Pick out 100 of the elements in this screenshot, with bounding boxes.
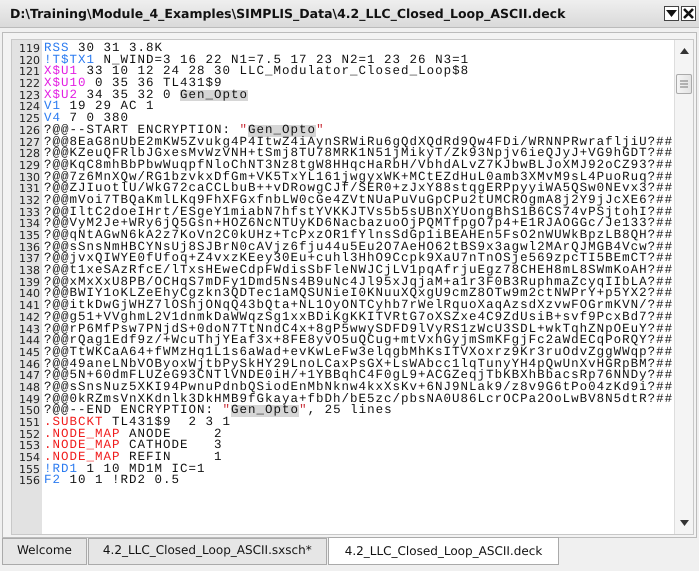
code-text: , 25 lines bbox=[308, 405, 393, 417]
code-token: V1 bbox=[44, 101, 62, 114]
highlighted-token: Gen_Opto bbox=[180, 90, 248, 102]
code-text: CATHODE 3 bbox=[128, 440, 223, 452]
code-token: .NODE_MAP bbox=[44, 452, 121, 464]
code-text: ?@@xMxXxU8PB/OCHqS7mDFy1Dmd5Ns4B9uNc4Jl95xJqjaM+a1r3F0B3RuphmaZcyqIIbLA?## bbox=[44, 276, 674, 288]
line-number: 125 bbox=[18, 113, 41, 125]
code-text: ?@@49aneLNbVOByoxWjtbPySkHY29LnoLCaxPsGX+LsWAbcc1lqTunyYH4pQwUnXvHGRpBM?## bbox=[44, 358, 674, 370]
code-text: REFIN 1 bbox=[128, 452, 223, 464]
code-text: ?@@0kRZmsVnXKdnlk3DkHMB9fGkaya+fbDh/bE5zc/pbsNA0U86LcrOCPa2OoLwBV8N5dtR?## bbox=[44, 394, 674, 406]
code-text: ?@@sSnsNuz5XKI94PwnuPdnbQSiodEnMbNknw4kxXsKv+6NJ9NLak9/z8v9G6tPo04zKd9i?## bbox=[44, 382, 674, 394]
code-text: 1 10 MD1M IC=1 bbox=[86, 464, 206, 476]
code-text: ANODE 2 bbox=[128, 428, 223, 440]
code-token: " bbox=[316, 124, 325, 136]
code-text: N_WIND=3 16 22 N1=7.5 17 23 N2=1 23 26 N3=1 bbox=[102, 54, 470, 66]
code-text: ?@@itkDwGjWHZ7lOShjONqQ43bQta+NL1OyONTCyhb7rWelRquoXaqAzsdXzvwFOGrmKVN/?## bbox=[44, 300, 674, 312]
line-number: 146 bbox=[18, 358, 41, 370]
code-text: ?@@qNtAGwN6kA2z7KoVn2C0kUHz+TcPxzOR1fYlnsSdGp1iBEAHEn5FsO2nWUWkBpzLB8QH?## bbox=[44, 230, 674, 242]
line-number: 154 bbox=[18, 452, 41, 464]
line-number: 129 bbox=[18, 160, 41, 172]
line-number: 122 bbox=[18, 78, 41, 90]
code-text: ?@@ZJIuotlU/WkG72caCCLbuB++vDRowgCJf/SER0+zJxY88stqgERPpyyiWA5QSw0NEvx3?## bbox=[44, 183, 674, 195]
code-text: 30 31 3.8K bbox=[78, 43, 164, 55]
code-text: 7 0 380 bbox=[70, 113, 130, 125]
code-text: ?@@VyM2Je+WRy6jQ5Gsn+HOZ6NcNTUyKD6NacbazuoOjPQMTfpgO7p4+E1RJAOGGc/Je133?## bbox=[44, 218, 674, 230]
line-number: 155 bbox=[18, 464, 41, 476]
dropdown-button[interactable] bbox=[664, 6, 679, 21]
code-text: 33 10 12 24 28 30 LLC_Modulator_Closed_Loop$8 bbox=[86, 66, 470, 78]
line-number: 127 bbox=[18, 136, 41, 148]
line-number: 128 bbox=[18, 148, 41, 160]
line-number: 148 bbox=[18, 382, 41, 394]
tab[interactable]: 4.2_LLC_Closed_Loop_ASCII.deck bbox=[328, 537, 560, 565]
code-text: 19 29 AC 1 bbox=[68, 101, 155, 114]
line-number: 133 bbox=[18, 206, 41, 218]
line-number: 152 bbox=[18, 428, 41, 440]
code-token: X$U1 bbox=[44, 66, 78, 78]
code-token: X$U2 bbox=[44, 90, 78, 102]
line-number: 142 bbox=[18, 312, 41, 324]
code-editor[interactable] bbox=[11, 39, 694, 535]
tab[interactable]: Welcome bbox=[2, 538, 87, 565]
code-text: ?@@t1xeSAzRfcE/lTxsHEweCdpFWdisSbFleNWJCjLV1pqAfrjuEgz78CHEH8mL8SWmKoAH?## bbox=[44, 265, 674, 277]
code-token: V4 bbox=[44, 113, 62, 125]
highlighted-token: Gen_Opto bbox=[231, 405, 300, 417]
line-number: 143 bbox=[18, 324, 41, 336]
code-text: ?@@7z6MnXQw/RG1bzvkxDfGm+VK5TxYL161jwgyxWK+MCtEZdHuL0amb3XMvM9sL4PuoRuq?## bbox=[44, 172, 674, 184]
line-number: 138 bbox=[18, 265, 41, 277]
line-number: 132 bbox=[18, 194, 41, 207]
code-token: .NODE_MAP bbox=[44, 428, 121, 440]
line-number: 139 bbox=[18, 276, 41, 288]
grip-icon bbox=[680, 80, 688, 88]
close-icon bbox=[683, 8, 694, 19]
line-number: 124 bbox=[18, 101, 41, 114]
line-number: 156 bbox=[18, 475, 41, 488]
code-text: ?@@jvxQIWYE0fUfoq+Z4vxzKEey30Eu+cuhl3HhO9Ccpk9XaU7nTnOSje569zpcTI5BEmCT?## bbox=[44, 253, 674, 266]
code-text: 34 35 32 0 bbox=[86, 90, 173, 102]
code-token: " bbox=[240, 124, 248, 136]
scroll-thumb[interactable] bbox=[676, 74, 692, 94]
code-text: ?@@sSnsNmHBCYNsUj8SJBrN0cAVjz6fju44u5Eu2O7AeHO62tBS9x3agwl2MArQJMGB4Vcw?## bbox=[44, 242, 674, 254]
code-text: ?@@KZeuQFRlbJGxesMvWzVNH+tSmj8TU78MRK1N51jMikyT/Zk93Npjv6ieQJyJ+VG9hGDT?## bbox=[44, 148, 674, 160]
line-number: 140 bbox=[18, 288, 41, 300]
close-button[interactable] bbox=[681, 6, 696, 21]
code-text: ?@@--START ENCRYPTION: bbox=[44, 124, 232, 136]
scroll-down-icon[interactable] bbox=[680, 520, 688, 526]
code-token: .SUBCKT bbox=[44, 417, 104, 429]
line-number: 134 bbox=[18, 218, 41, 230]
code-token: RSS bbox=[44, 43, 70, 55]
line-number: 131 bbox=[18, 183, 41, 195]
code-text: ?@@KqC8mhBbPbwWuqpfNloChNT3Nz8tgW8HHqcHaRbH/VbhdALvZ7KJbwBLJoXMJ92oCZ93?## bbox=[44, 160, 674, 172]
line-number: 136 bbox=[18, 242, 41, 254]
caret-icon bbox=[666, 10, 677, 18]
code-token: !T$TX1 bbox=[44, 54, 96, 66]
code-token: .NODE_MAP bbox=[44, 440, 121, 452]
line-number: 130 bbox=[18, 172, 41, 184]
code-text: ?@@BWIY1oKLZeEhyCgzkn3QDTec1aMQSUNieI0KNuuXQxgU9cmZ8OTw9m2ctNWPrY+p5YX2?## bbox=[44, 288, 674, 300]
line-number: 135 bbox=[18, 230, 41, 242]
tab[interactable]: 4.2_LLC_Closed_Loop_ASCII.sxsch* bbox=[88, 538, 327, 565]
code-text: ?@@IltC2doeIHrt/ESgeY1miabN7hfstYVKKJTVs5b5sUBnXYUongBhS1B6CS74vPSjtohI?## bbox=[44, 206, 674, 218]
line-number: 121 bbox=[18, 66, 41, 78]
code-token: X$U10 bbox=[44, 78, 87, 90]
code-text: ?@@g51+VVghmL2V1dnmkDaWWqzSg1xxBDiKgKKITVRtG7oXSZxe4C9ZdUsiB+svf9PcxBd7?## bbox=[44, 312, 674, 324]
line-number: 137 bbox=[18, 253, 41, 266]
code-token: !RD1 bbox=[44, 464, 78, 476]
line-number: 123 bbox=[18, 90, 41, 102]
highlighted-token: Gen_Opto bbox=[248, 124, 316, 136]
code-text: ?@@TtWKCaA64+fWMzHq1L1s6aWad+evKwLeFw3elqgbMhKsITVXoxrz9Kr3ruOdvZggWWqp?## bbox=[44, 346, 674, 359]
scrollbar[interactable] bbox=[674, 40, 693, 534]
line-number: 144 bbox=[18, 335, 41, 347]
line-number: 150 bbox=[18, 405, 41, 417]
code-text: ?@@8EaG8nUbE2mKW5Zvukg4P4ItwZ4iAynSRWiRu6gQdXQdRd9Qw4FDi/WRNNPRwrafljiU?## bbox=[44, 136, 674, 148]
line-number: 126 bbox=[18, 124, 41, 136]
line-number: 120 bbox=[18, 54, 41, 66]
code-token: " bbox=[222, 405, 232, 417]
code-text: ?@@5N+60dmFLUZeG93CNTlVNDE0iH/+1YBBqhC4F0gL9+ACGZeqjTbKBXhBbacsRp76NNDy?## bbox=[44, 370, 674, 382]
line-number: 153 bbox=[18, 440, 41, 452]
line-number: 151 bbox=[18, 417, 41, 429]
scroll-up-icon[interactable] bbox=[680, 48, 688, 54]
window-title: D:\Training\Module_4_Examples\SIMPLIS_Data\4.2_LLC_Closed_Loop_ASCII.deck bbox=[10, 6, 566, 21]
code-token: " bbox=[299, 405, 308, 417]
code-text: ?@@rP6MfPsw7PNjdS+0doN7TtNndC4x+8gP5wwySDFD9lVyRS1zWcU3SDL+wkTqhZNpOEuY?## bbox=[44, 324, 674, 336]
code-text: ?@@mVoi7TBQaKmlLKq9FhXFGxfnbLW0cGe4ZVtNUaPuVuGpCPu2tUMCROgmA8j2Y9jJcXE6?## bbox=[44, 194, 674, 207]
